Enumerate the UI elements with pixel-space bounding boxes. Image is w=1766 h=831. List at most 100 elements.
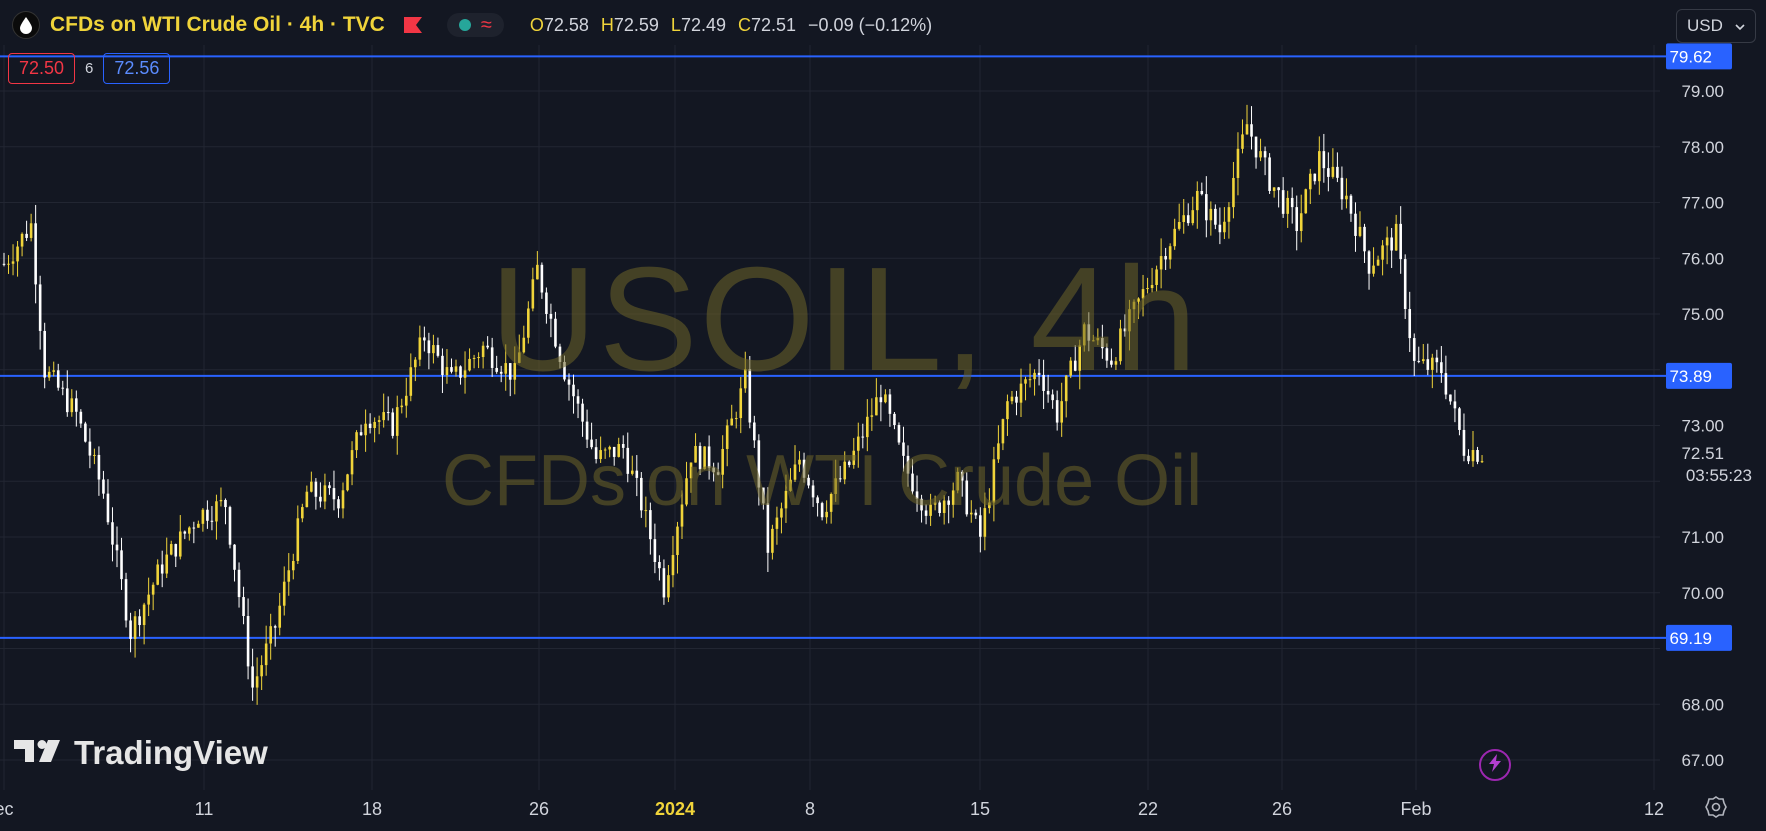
candle-body [11, 261, 15, 264]
candle-body [237, 569, 241, 598]
tradingview-logo[interactable]: TradingView [14, 734, 268, 772]
high-value: 72.59 [613, 14, 659, 35]
candle-body [97, 454, 101, 480]
close-value: 72.51 [750, 14, 797, 35]
candle-body [215, 501, 218, 522]
candle-body [165, 554, 169, 574]
spread-value: 6 [85, 60, 94, 77]
candle-body [1462, 429, 1466, 456]
candle-body [1403, 259, 1407, 310]
candle-body [328, 485, 331, 489]
candle-body [269, 626, 272, 644]
candle-body [1245, 124, 1249, 135]
candle-body [246, 616, 250, 667]
flag-icon[interactable] [403, 16, 423, 34]
candle-body [585, 421, 589, 440]
candle-body [1476, 450, 1479, 462]
candle-body [1290, 197, 1294, 208]
x-axis-tick-label: 15 [970, 799, 990, 819]
horizontal-line-label: 69.19 [1669, 629, 1712, 648]
candle-body [43, 330, 46, 378]
candle-body [305, 491, 309, 508]
candle-body [1372, 265, 1375, 274]
y-axis-tick-label: 67.00 [1681, 751, 1724, 770]
candle-body [866, 416, 869, 438]
candle-body [1435, 357, 1439, 363]
candle-body [1331, 166, 1335, 177]
candle-body [1412, 338, 1416, 361]
candle-body [291, 560, 295, 571]
candle-body [734, 418, 738, 420]
x-axis-tick-label: 8 [805, 799, 815, 819]
candle-body [65, 388, 69, 413]
candle-body [1336, 166, 1339, 178]
candle-body [870, 415, 874, 417]
candle-body [893, 413, 896, 426]
candle-body [341, 490, 345, 509]
candle-body [1232, 177, 1235, 208]
tradingview-logo-text: TradingView [74, 734, 268, 771]
candle-body [1363, 226, 1366, 252]
candle-body [296, 518, 300, 561]
candle-body [1376, 259, 1380, 266]
y-axis-tick-label: 77.00 [1681, 194, 1724, 213]
x-axis-tick-label: Feb [1400, 799, 1431, 819]
candle-body [1318, 151, 1321, 182]
candle-body [468, 358, 471, 371]
sell-button[interactable]: 72.50 [8, 53, 76, 84]
lightning-button[interactable] [1479, 749, 1511, 781]
candle-body [197, 523, 200, 528]
candle-body [1467, 455, 1470, 462]
chart-settings-button[interactable] [1702, 795, 1730, 823]
candle-body [418, 337, 422, 360]
candle-body [1340, 177, 1344, 200]
candle-body [346, 474, 349, 491]
y-axis-tick-label: 71.00 [1681, 528, 1724, 547]
last-price-label: 72.51 [1681, 444, 1724, 463]
candle-body [115, 544, 119, 551]
candle-body [282, 581, 286, 606]
candle-body [377, 420, 381, 422]
candle-body [1205, 194, 1208, 221]
candle-body [1367, 251, 1371, 274]
horizontal-line-label: 79.62 [1669, 47, 1712, 66]
price-chart[interactable]: 79.62 73.89 69.19 67.00 68.00 70.00 71.00 73.0… [0, 0, 1766, 831]
candle-body [174, 544, 178, 557]
currency-select[interactable]: USD [1676, 9, 1756, 43]
currency-value: USD [1687, 16, 1723, 35]
candle-body [1408, 309, 1412, 339]
candle-body [454, 366, 458, 372]
candle-body [1209, 208, 1213, 221]
symbol-title[interactable]: CFDs on WTI Crude Oil · 4h · TVC [50, 13, 385, 37]
candle-body [1299, 213, 1303, 232]
lightning-icon [1488, 753, 1502, 777]
candle-body [1277, 187, 1280, 191]
chart-background [0, 0, 1766, 831]
candle-body [38, 284, 42, 331]
candle-body [29, 223, 33, 238]
indicators-toggle[interactable]: ≈ [446, 13, 504, 37]
candle-body [201, 509, 205, 524]
candle-body [1268, 157, 1271, 191]
candle-body [106, 493, 110, 523]
candle-body [653, 539, 657, 563]
x-axis-tick-label: 12 [1644, 799, 1664, 819]
candle-body [75, 398, 78, 412]
candle-body [310, 481, 313, 492]
candle-body [138, 616, 141, 626]
buy-button[interactable]: 72.56 [103, 53, 171, 84]
candle-body [84, 423, 87, 442]
candle-body [1426, 359, 1430, 370]
candle-body [1223, 221, 1226, 233]
candle-body [771, 528, 774, 553]
chart-legend: CFDs on WTI Crude Oil · 4h · TVC ≈ O72.5… [12, 10, 932, 40]
candle-body [1304, 189, 1308, 214]
candle-body [368, 423, 372, 429]
candle-body [1345, 195, 1348, 200]
change-value: −0.09 (−0.12%) [808, 14, 933, 35]
candle-body [1241, 134, 1244, 149]
candle-body [219, 499, 223, 502]
candle-body [192, 527, 196, 529]
candle-body [1417, 360, 1421, 362]
candle-body [1218, 224, 1222, 233]
